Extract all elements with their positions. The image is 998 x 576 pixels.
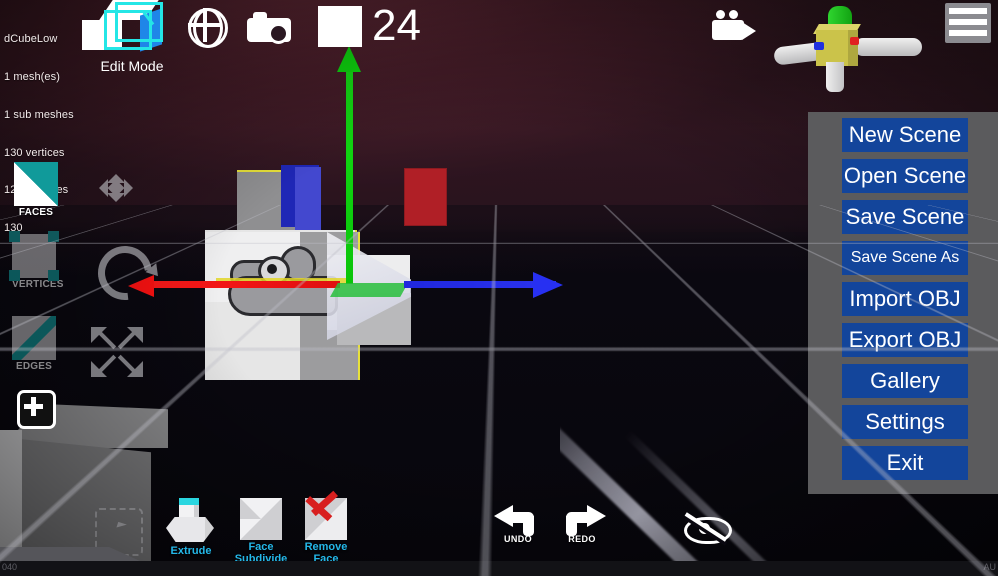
orientation-axis-right[interactable]	[854, 38, 922, 56]
hamburger-bar-1	[949, 8, 987, 14]
faces-mode-icon	[14, 162, 58, 206]
white-color-swatch[interactable]	[318, 6, 362, 47]
sidebar-item-edges[interactable]: EDGES	[12, 316, 56, 372]
menu-item-gallery[interactable]: Gallery	[842, 364, 968, 398]
orientation-gizmo[interactable]	[770, 4, 922, 92]
stat-vertices: 130 vertices	[4, 146, 65, 159]
video-camera-body	[712, 20, 744, 40]
menu-panel-buttons: New Scene Open Scene Save Scene Save Sce…	[842, 118, 968, 487]
orientation-cap-red	[850, 37, 859, 45]
stat-object-name: dCubeLow	[4, 33, 58, 46]
plus-add-icon[interactable]	[17, 390, 56, 429]
globe-icon[interactable]	[188, 8, 228, 48]
sidebar-item-vertices[interactable]: VERTICES	[9, 231, 63, 290]
app-root: dCubeLow 1 mesh(es) 1 sub meshes 130 ver…	[0, 0, 998, 576]
menu-item-save-scene[interactable]: Save Scene	[842, 200, 968, 234]
globe-ellipse	[193, 8, 223, 48]
status-bar-left-text: 040	[2, 562, 18, 572]
video-camera-reel-2	[729, 10, 738, 19]
redo-button[interactable]: REDO	[556, 505, 608, 544]
menu-item-new-scene[interactable]: New Scene	[842, 118, 968, 152]
hamburger-menu-icon[interactable]	[945, 3, 991, 43]
menu-item-import-obj[interactable]: Import OBJ	[842, 282, 968, 316]
edit-mode-button[interactable]: Edit Mode	[82, 0, 176, 74]
camera-lens	[268, 23, 289, 44]
orientation-cap-blue	[814, 42, 824, 50]
edges-mode-label: EDGES	[15, 361, 52, 372]
undo-arrow-icon	[494, 505, 540, 540]
stat-sub-meshes: 1 sub meshes	[4, 108, 74, 121]
hamburger-bar-3	[949, 30, 987, 36]
faces-mode-label: FACES	[18, 207, 54, 218]
stat-meshes: 1 mesh(es)	[4, 70, 61, 83]
menu-item-settings[interactable]: Settings	[842, 405, 968, 439]
face-subdivide-icon	[240, 498, 282, 540]
scale-tool-icon[interactable]	[91, 327, 143, 377]
remove-face-button[interactable]: Remove Face	[292, 490, 360, 565]
video-camera-icon[interactable]	[712, 10, 756, 40]
undo-button[interactable]: UNDO	[492, 505, 544, 544]
eye-off-icon[interactable]	[684, 512, 732, 546]
orientation-axis-down[interactable]	[826, 62, 844, 92]
menu-item-open-scene[interactable]: Open Scene	[842, 159, 968, 193]
menu-item-exit[interactable]: Exit	[842, 446, 968, 480]
edit-mode-label: Edit Mode	[100, 58, 164, 74]
camera-icon[interactable]	[247, 12, 291, 44]
status-bar-right-text: AU	[983, 562, 996, 572]
extrude-icon	[160, 498, 222, 544]
move-tool-icon[interactable]	[94, 168, 138, 208]
camera-viewfinder	[253, 12, 267, 20]
fps-counter: 24	[372, 1, 421, 50]
redo-arrow-icon	[560, 505, 606, 540]
status-bar: 040 AU	[0, 561, 998, 576]
vertices-mode-icon	[9, 231, 59, 281]
face-subdivide-button[interactable]: Face Subdivide	[230, 498, 292, 565]
edges-mode-icon	[12, 316, 56, 360]
extrude-button[interactable]: Extrude	[160, 498, 222, 558]
extrude-label: Extrude	[170, 545, 212, 557]
extrude-icon-neck	[179, 505, 199, 519]
extrude-icon-base	[166, 517, 214, 542]
menu-item-save-scene-as[interactable]: Save Scene As	[842, 241, 968, 275]
video-camera-reel-1	[716, 10, 725, 19]
hamburger-bar-2	[949, 19, 987, 25]
mesh-stats-overlay: dCubeLow 1 mesh(es) 1 sub meshes 130 ver…	[4, 8, 74, 260]
remove-face-icon	[305, 490, 347, 540]
video-camera-lens	[742, 22, 756, 40]
edit-mode-cube-icon	[104, 2, 163, 50]
face-subdivide-label-line1: Face	[248, 541, 274, 553]
sidebar-item-faces[interactable]: FACES	[14, 162, 58, 218]
menu-item-export-obj[interactable]: Export OBJ	[842, 323, 968, 357]
